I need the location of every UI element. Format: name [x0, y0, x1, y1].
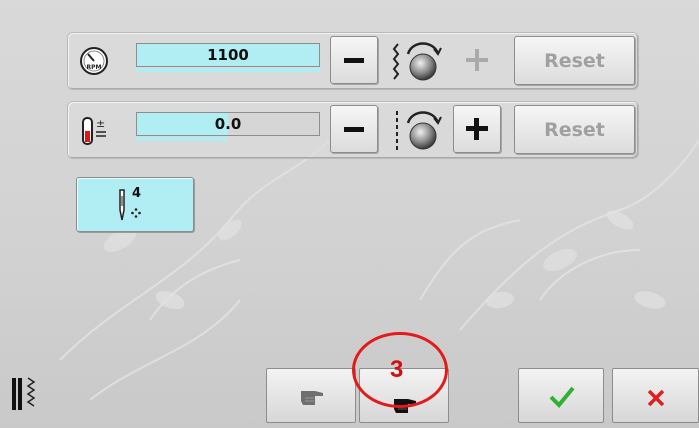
- hand-pointer-icon: [301, 391, 323, 405]
- needle-position-button[interactable]: 4: [76, 177, 194, 232]
- tension-knob-icon: [396, 111, 442, 151]
- hand-mode-button[interactable]: [266, 368, 356, 423]
- tension-minus-button[interactable]: [330, 105, 378, 153]
- plus-icon: [466, 118, 488, 140]
- tension-value: 0.0: [214, 115, 242, 133]
- close-icon: [647, 389, 665, 407]
- minus-icon: [344, 58, 364, 63]
- stitch-status-icon: [12, 377, 36, 410]
- screen: RPM 1100 Reset ± 0.0 Reset 4 3: [0, 0, 699, 428]
- tension-row: ± 0.0 Reset: [68, 102, 638, 158]
- speed-minus-button[interactable]: [330, 36, 378, 84]
- tension-plus-button[interactable]: [453, 105, 501, 153]
- tension-bar-underline: [136, 137, 320, 141]
- thread-tension-icon: ±: [82, 117, 106, 145]
- tension-reset-button[interactable]: Reset: [514, 105, 635, 154]
- speedometer-rpm-icon: RPM: [80, 47, 108, 75]
- speed-value: 1100: [207, 46, 249, 64]
- confirm-button[interactable]: [518, 368, 604, 423]
- speed-reset-button[interactable]: Reset: [514, 36, 635, 85]
- stitch-knob-icon: [392, 42, 442, 81]
- speed-value-bar[interactable]: 1100: [136, 43, 320, 67]
- check-icon: [549, 386, 575, 408]
- speed-row: RPM 1100 Reset: [68, 33, 638, 89]
- speed-bar-underline: [136, 68, 320, 72]
- plus-icon: [466, 49, 488, 71]
- svg-text:±: ±: [96, 117, 105, 130]
- cancel-button[interactable]: [612, 368, 699, 423]
- tension-value-bar[interactable]: 0.0: [136, 112, 320, 136]
- needle-number: 4: [132, 186, 142, 201]
- needle-icon: [119, 189, 125, 221]
- minus-icon: [344, 127, 364, 132]
- needle-position-dots-icon: [131, 208, 141, 218]
- svg-text:RPM: RPM: [87, 64, 102, 71]
- bottom-bar: [0, 360, 699, 428]
- speed-plus-button[interactable]: [453, 36, 501, 84]
- annotation-number: 3: [390, 356, 404, 383]
